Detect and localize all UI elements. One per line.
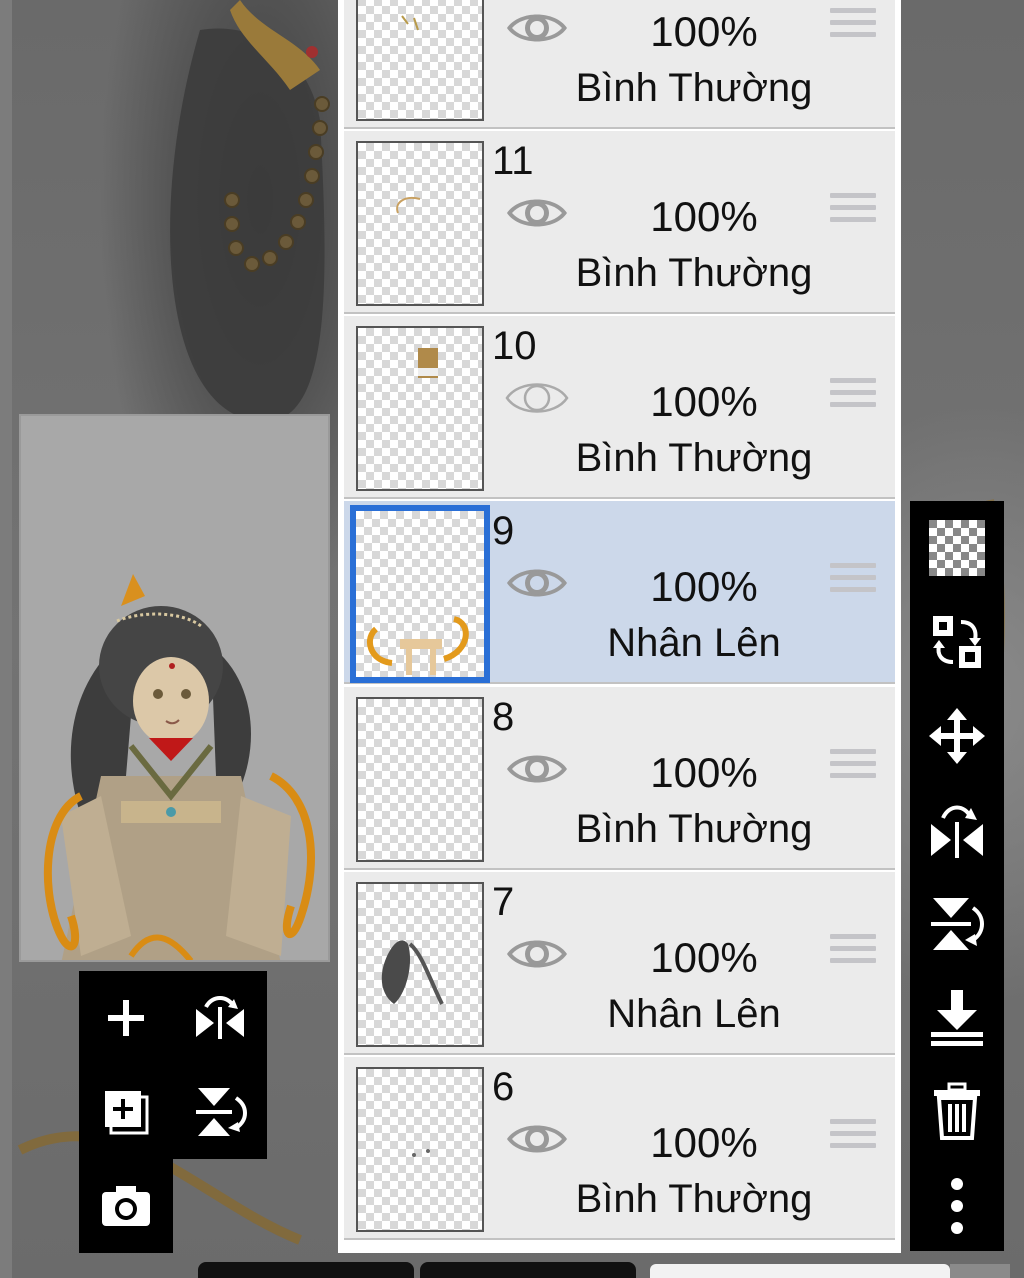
eye-icon[interactable] [504, 561, 570, 605]
layer-blend-mode[interactable]: Bình Thường [544, 1177, 844, 1222]
layer-thumbnail[interactable] [356, 326, 484, 491]
layer-number: 7 [492, 880, 515, 924]
flip-vertical-button[interactable] [910, 877, 1004, 971]
layer-blend-mode[interactable]: Bình Thường [544, 436, 844, 481]
layer-opacity[interactable]: 100% [614, 749, 794, 797]
swap-layers-icon [933, 616, 981, 668]
layer-thumbnail[interactable] [356, 1067, 484, 1232]
layer-opacity[interactable]: 100% [614, 378, 794, 426]
eye-icon[interactable] [504, 1117, 570, 1161]
character-illustration [21, 416, 328, 960]
bottom-bar-control[interactable] [950, 1264, 1010, 1278]
flip-layer-horizontal-button[interactable] [173, 971, 267, 1065]
delete-layer-button[interactable] [910, 1065, 1004, 1159]
drag-handle-icon[interactable] [830, 934, 876, 974]
layer-blend-mode[interactable]: Nhân Lên [544, 621, 844, 666]
drag-handle-icon[interactable] [830, 749, 876, 789]
eye-icon[interactable] [504, 6, 570, 50]
eye-icon[interactable] [504, 191, 570, 235]
more-options-button[interactable] [910, 1159, 1004, 1253]
canvas-edge [0, 0, 12, 1278]
layer-thumbnail[interactable] [350, 505, 490, 683]
layer-row[interactable]: 7 100% Nhân Lên [344, 872, 895, 1055]
layer-blend-mode[interactable]: Bình Thường [544, 66, 844, 111]
layer-opacity[interactable]: 100% [614, 193, 794, 241]
layer-row[interactable]: 8 100% Bình Thường [344, 687, 895, 870]
add-layer-button[interactable] [79, 971, 173, 1065]
layer-row[interactable]: 11 100% Bình Thường [344, 131, 895, 314]
layer-number: 6 [492, 1065, 515, 1109]
drag-handle-icon[interactable] [830, 8, 876, 48]
navigator-preview[interactable] [19, 414, 330, 962]
bottom-bar-button[interactable] [420, 1262, 636, 1278]
drag-handle-icon[interactable] [830, 378, 876, 418]
move-button[interactable] [910, 689, 1004, 783]
swap-layers-button[interactable] [910, 595, 1004, 689]
layer-opacity[interactable]: 100% [614, 8, 794, 56]
layer-number: 11 [492, 139, 534, 183]
layer-opacity[interactable]: 100% [614, 1119, 794, 1167]
eye-icon[interactable] [504, 747, 570, 791]
layer-tools-toolbar [910, 501, 1004, 1251]
flip-layer-vertical-button[interactable] [173, 1065, 267, 1159]
merge-down-icon [931, 990, 983, 1046]
drag-handle-icon[interactable] [830, 1119, 876, 1159]
eye-icon[interactable] [504, 932, 570, 976]
camera-icon [102, 1186, 150, 1226]
add-copy-layer-icon [105, 1091, 149, 1135]
flip-horizontal-button[interactable] [910, 783, 1004, 877]
layer-row-selected[interactable]: 9 100% Nhân Lên [344, 501, 895, 684]
bottom-bar-field[interactable] [650, 1264, 950, 1278]
layer-row[interactable]: 10 100% Bình Thường [344, 316, 895, 499]
flip-vertical-icon [931, 898, 984, 950]
layer-number: 10 [492, 324, 537, 368]
layer-panel: 100% Bình Thường 11 100% Bình Thường 10 … [338, 0, 901, 1253]
layer-blend-mode[interactable]: Bình Thường [544, 251, 844, 296]
transparency-button[interactable] [910, 501, 1004, 595]
layer-blend-mode[interactable]: Bình Thường [544, 807, 844, 852]
layer-opacity[interactable]: 100% [614, 934, 794, 982]
layer-opacity[interactable]: 100% [614, 563, 794, 611]
camera-toolbar [79, 1159, 173, 1253]
layer-row[interactable]: 100% Bình Thường [344, 0, 895, 129]
add-copy-layer-button[interactable] [79, 1065, 173, 1159]
more-icon [951, 1178, 963, 1234]
eye-hidden-icon[interactable] [504, 376, 570, 420]
move-icon [929, 708, 985, 764]
layer-actions-toolbar [79, 971, 267, 1159]
trash-icon [934, 1082, 980, 1140]
add-layer-icon [108, 1000, 144, 1036]
transparency-icon [929, 520, 985, 576]
layer-thumbnail[interactable] [356, 697, 484, 862]
flip-vertical-icon [196, 1088, 247, 1136]
layer-thumbnail[interactable] [356, 141, 484, 306]
bottom-bar-button[interactable] [198, 1262, 414, 1278]
merge-down-button[interactable] [910, 971, 1004, 1065]
layer-number: 9 [492, 509, 515, 553]
flip-horizontal-icon [196, 996, 244, 1039]
flip-horizontal-icon [931, 805, 983, 858]
layer-row[interactable]: 6 100% Bình Thường [344, 1057, 895, 1240]
drag-handle-icon[interactable] [830, 563, 876, 603]
camera-button[interactable] [79, 1159, 173, 1253]
layer-thumbnail[interactable] [356, 0, 484, 121]
drag-handle-icon[interactable] [830, 193, 876, 233]
layer-number: 8 [492, 695, 515, 739]
layer-blend-mode[interactable]: Nhân Lên [544, 992, 844, 1037]
layer-thumbnail[interactable] [356, 882, 484, 1047]
